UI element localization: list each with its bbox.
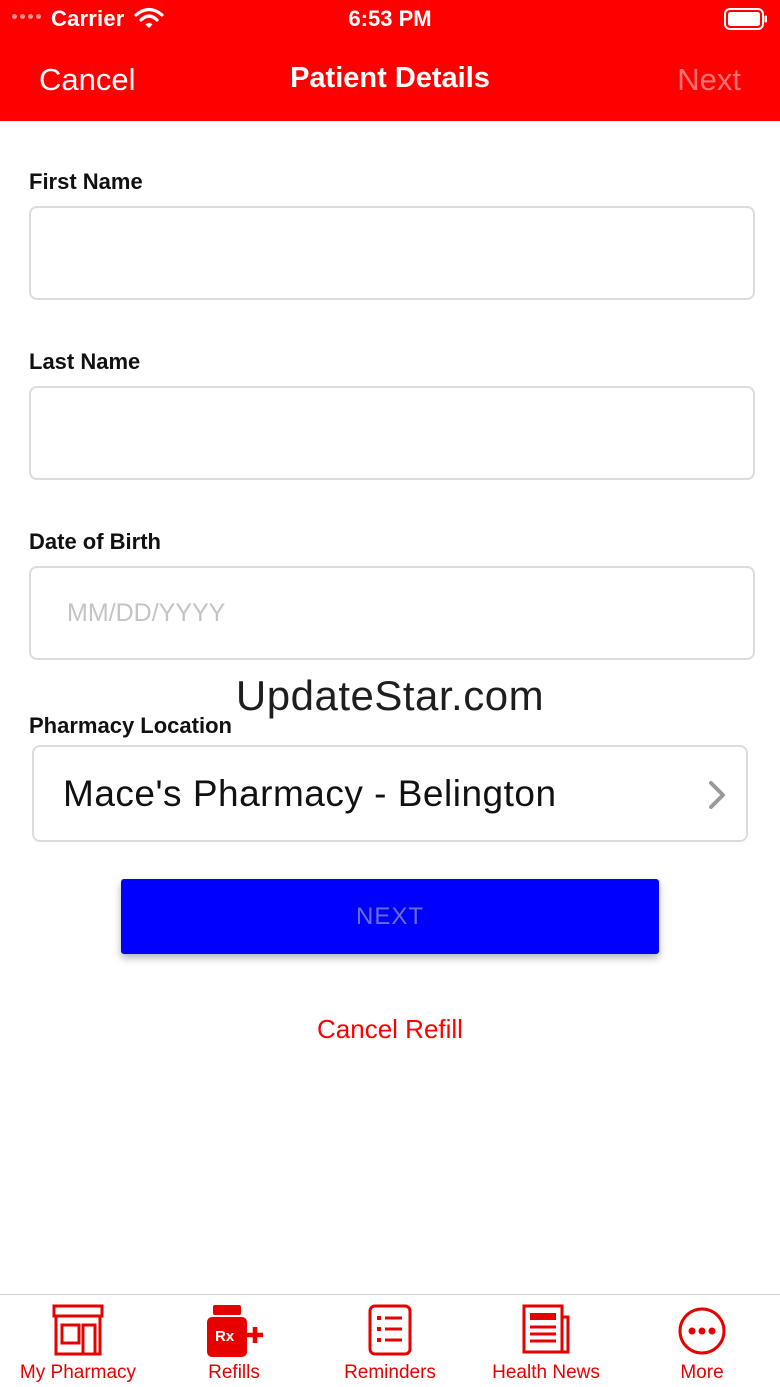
- pharmacy-location-selector[interactable]: Mace's Pharmacy - Belington: [32, 745, 748, 842]
- tab-more[interactable]: More: [624, 1295, 780, 1387]
- first-name-field-box: [29, 206, 755, 300]
- cancel-refill-link[interactable]: Cancel Refill: [0, 1014, 780, 1045]
- svg-text:Rx: Rx: [215, 1328, 235, 1345]
- status-bar: Carrier 6:53 PM: [0, 0, 780, 40]
- chevron-right-icon: [709, 781, 725, 809]
- newspaper-icon: [522, 1304, 570, 1354]
- tab-bar: My Pharmacy Rx Refills Reminders Health …: [0, 1294, 780, 1387]
- nav-next-button[interactable]: Next: [677, 62, 741, 98]
- clock: 6:53 PM: [348, 6, 432, 31]
- tab-label: Reminders: [344, 1362, 436, 1383]
- tab-label: My Pharmacy: [19, 1362, 137, 1383]
- dob-field-box: [29, 566, 755, 660]
- tab-label: Health News: [492, 1362, 600, 1383]
- next-button[interactable]: NEXT: [121, 879, 659, 954]
- navigation-bar: Cancel Patient Details Next: [0, 50, 780, 110]
- storefront-icon: [52, 1304, 104, 1356]
- tab-my-pharmacy[interactable]: My Pharmacy: [0, 1295, 156, 1387]
- pharmacy-name: Mace's Pharmacy - Belington: [63, 773, 557, 814]
- tab-label: More: [680, 1362, 724, 1383]
- tab-reminders[interactable]: Reminders: [312, 1295, 468, 1387]
- first-name-label: First Name: [29, 169, 143, 194]
- dob-field[interactable]: [31, 568, 753, 658]
- more-dots-icon: [678, 1307, 726, 1355]
- last-name-field-box: [29, 386, 755, 480]
- last-name-label: Last Name: [29, 349, 141, 374]
- top-bar: Carrier 6:53 PM Cancel Patient Details N…: [0, 0, 780, 121]
- tab-refills[interactable]: Rx Refills: [156, 1295, 312, 1387]
- battery-icon: [724, 8, 767, 30]
- rx-bottle-icon: Rx: [207, 1305, 263, 1357]
- last-name-field[interactable]: [31, 388, 753, 478]
- dob-label: Date of Birth: [29, 529, 161, 554]
- tab-label: Refills: [208, 1362, 260, 1383]
- checklist-icon: [368, 1304, 412, 1356]
- page-title: Patient Details: [290, 62, 490, 94]
- watermark: UpdateStar.com: [235, 672, 545, 719]
- tab-health-news[interactable]: Health News: [468, 1295, 624, 1387]
- first-name-field[interactable]: [31, 208, 753, 298]
